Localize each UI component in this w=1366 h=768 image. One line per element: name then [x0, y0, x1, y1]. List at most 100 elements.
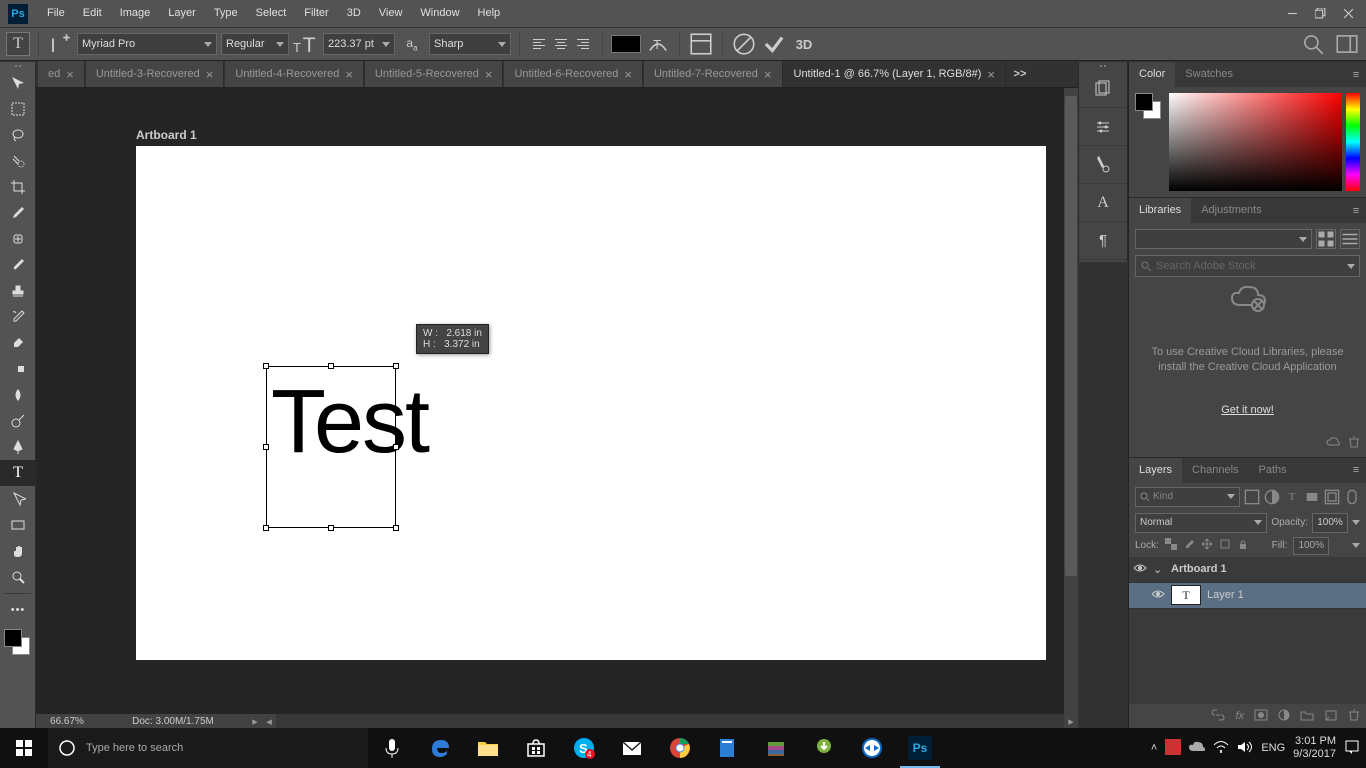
doctab-6[interactable]: Untitled-1 @ 66.7% (Layer 1, RGB/8#)× — [784, 61, 1006, 87]
doctab-2[interactable]: Untitled-4-Recovered× — [225, 61, 364, 87]
antialias-dropdown[interactable]: Sharp — [429, 33, 511, 55]
lock-pixels-icon[interactable] — [1183, 538, 1195, 553]
taskbar-winrar-icon[interactable] — [752, 728, 800, 768]
taskbar-explorer-icon[interactable] — [464, 728, 512, 768]
lock-artboard-icon[interactable] — [1219, 538, 1231, 553]
taskbar-chrome-icon[interactable] — [656, 728, 704, 768]
menu-layer[interactable]: Layer — [159, 0, 205, 27]
trash-icon[interactable] — [1348, 436, 1360, 453]
filter-toggle[interactable] — [1344, 489, 1360, 505]
layer-item[interactable]: T Layer 1 — [1129, 583, 1366, 609]
doc-info-arrow[interactable]: ▸ — [248, 715, 262, 728]
tab-adjustments[interactable]: Adjustments — [1191, 198, 1272, 223]
menu-select[interactable]: Select — [247, 0, 296, 27]
transform-handle[interactable] — [263, 444, 269, 450]
library-search[interactable]: Search Adobe Stock — [1135, 255, 1360, 277]
properties-panel-icon[interactable] — [1079, 108, 1127, 146]
taskbar-teamviewer-icon[interactable] — [848, 728, 896, 768]
tabs-overflow-button[interactable]: >> — [1007, 61, 1033, 87]
font-size-dropdown[interactable]: 223.37 pt — [323, 33, 395, 55]
expand-icon[interactable]: ⌄ — [1153, 563, 1165, 576]
history-brush-tool[interactable] — [0, 304, 36, 330]
cloud-sync-icon[interactable] — [1326, 436, 1340, 453]
filter-shape-icon[interactable] — [1304, 489, 1320, 505]
path-select-tool[interactable] — [0, 486, 36, 512]
scroll-right[interactable]: ▸ — [1064, 715, 1078, 728]
tab-swatches[interactable]: Swatches — [1175, 62, 1243, 87]
history-panel-icon[interactable] — [1079, 70, 1127, 108]
layer-fx-icon[interactable]: fx — [1235, 710, 1244, 722]
align-right-button[interactable] — [572, 33, 594, 55]
canvas-area[interactable]: Artboard 1 Test W : 2.618 in H : 3.372 i… — [36, 88, 1078, 728]
menu-image[interactable]: Image — [111, 0, 160, 27]
artboard-label[interactable]: Artboard 1 — [136, 128, 197, 142]
doctab-0[interactable]: ed× — [38, 61, 85, 87]
taskbar-mic-icon[interactable] — [368, 728, 416, 768]
foreground-swatch[interactable] — [4, 629, 22, 647]
taskbar-edge-icon[interactable] — [416, 728, 464, 768]
panel-menu-icon[interactable]: ≡ — [1346, 198, 1366, 223]
text-orientation-button[interactable]: I — [47, 32, 73, 56]
panel-grip[interactable] — [1079, 62, 1127, 70]
lock-transparency-icon[interactable] — [1165, 538, 1177, 553]
menu-filter[interactable]: Filter — [295, 0, 337, 27]
transform-handle[interactable] — [263, 525, 269, 531]
tray-network-icon[interactable] — [1213, 740, 1229, 757]
transform-handle[interactable] — [328, 525, 334, 531]
marquee-tool[interactable] — [0, 96, 36, 122]
doctab-5[interactable]: Untitled-7-Recovered× — [644, 61, 783, 87]
menu-file[interactable]: File — [38, 0, 74, 27]
doc-info[interactable]: Doc: 3.00M/1.75M — [98, 716, 248, 727]
taskbar-store-icon[interactable] — [512, 728, 560, 768]
taskbar-mail-icon[interactable] — [608, 728, 656, 768]
font-style-dropdown[interactable]: Regular — [221, 33, 289, 55]
zoom-level[interactable]: 66.67% — [36, 716, 98, 727]
transform-handle[interactable] — [393, 444, 399, 450]
eraser-tool[interactable] — [0, 330, 36, 356]
edit-toolbar-button[interactable]: ••• — [0, 597, 36, 623]
panel-grip[interactable] — [0, 62, 35, 70]
window-minimize-button[interactable] — [1278, 4, 1306, 24]
hand-tool[interactable] — [0, 538, 36, 564]
library-grid-view[interactable] — [1316, 229, 1336, 249]
menu-view[interactable]: View — [370, 0, 412, 27]
start-button[interactable] — [0, 728, 48, 768]
close-icon[interactable]: × — [624, 67, 632, 82]
doctab-1[interactable]: Untitled-3-Recovered× — [86, 61, 225, 87]
zoom-tool[interactable] — [0, 564, 36, 590]
eyedropper-tool[interactable] — [0, 200, 36, 226]
commit-edit-button[interactable] — [761, 32, 787, 56]
close-icon[interactable]: × — [66, 67, 74, 82]
tab-layers[interactable]: Layers — [1129, 458, 1182, 483]
menu-type[interactable]: Type — [205, 0, 247, 27]
menu-edit[interactable]: Edit — [74, 0, 111, 27]
taskbar-photoshop-icon[interactable]: Ps — [896, 728, 944, 768]
delete-layer-icon[interactable] — [1348, 709, 1360, 724]
blur-tool[interactable] — [0, 382, 36, 408]
close-icon[interactable]: × — [485, 67, 493, 82]
hue-slider[interactable] — [1346, 93, 1360, 191]
panel-menu-icon[interactable]: ≡ — [1346, 458, 1366, 483]
opacity-value[interactable]: 100% — [1312, 513, 1348, 533]
doctab-3[interactable]: Untitled-5-Recovered× — [365, 61, 504, 87]
menu-help[interactable]: Help — [469, 0, 510, 27]
taskbar-idm-icon[interactable] — [800, 728, 848, 768]
visibility-icon[interactable] — [1133, 563, 1147, 576]
menu-3d[interactable]: 3D — [338, 0, 370, 27]
adjustment-layer-icon[interactable] — [1278, 709, 1290, 724]
tray-onedrive-icon[interactable] — [1189, 741, 1205, 756]
pen-tool[interactable] — [0, 434, 36, 460]
artboard[interactable]: Test W : 2.618 in H : 3.372 in — [136, 146, 1046, 660]
taskbar-app-icon[interactable] — [704, 728, 752, 768]
tray-language[interactable]: ENG — [1261, 742, 1285, 754]
horizontal-scrollbar[interactable] — [276, 714, 1064, 728]
menu-window[interactable]: Window — [411, 0, 468, 27]
filter-type-icon[interactable]: T — [1284, 489, 1300, 505]
brushes-panel-icon[interactable] — [1079, 146, 1127, 184]
cancel-edit-button[interactable] — [731, 32, 757, 56]
color-field[interactable] — [1169, 93, 1342, 191]
align-left-button[interactable] — [528, 33, 550, 55]
text-color-swatch[interactable] — [611, 35, 641, 53]
lock-position-icon[interactable] — [1201, 538, 1213, 553]
window-close-button[interactable] — [1334, 4, 1362, 24]
